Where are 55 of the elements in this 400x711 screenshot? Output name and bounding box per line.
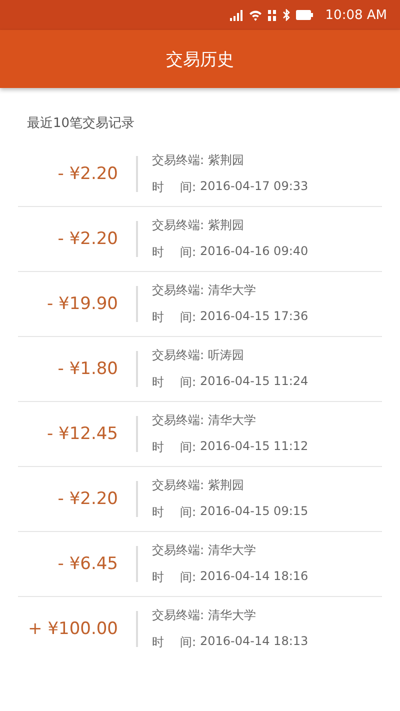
- time-label: 时: [152, 179, 164, 196]
- transaction-amount: - ¥2.20: [58, 489, 118, 509]
- transaction-row[interactable]: - ¥6.45 交易终端: 清华大学 时 间: 2016-04-14 18:16: [18, 532, 382, 597]
- time-label: 间:: [180, 244, 196, 261]
- time-text: 2016-04-16 09:40: [200, 244, 308, 260]
- transaction-row[interactable]: - ¥2.20 交易终端: 紫荆园 时 间: 2016-04-17 09:33: [18, 142, 382, 207]
- time-label: 间:: [180, 374, 196, 391]
- transaction-row[interactable]: - ¥19.90 交易终端: 清华大学 时 间: 2016-04-15 17:36: [18, 272, 382, 337]
- time-text: 2016-04-15 17:36: [200, 309, 308, 325]
- time-label: 间:: [180, 504, 196, 521]
- terminal-text: 交易终端: 清华大学: [152, 282, 257, 299]
- transaction-amount: + ¥100.00: [28, 619, 118, 639]
- transaction-row[interactable]: - ¥2.20 交易终端: 紫荆园 时 间: 2016-04-15 09:15: [18, 467, 382, 532]
- time-text: 2016-04-14 18:16: [200, 569, 308, 585]
- terminal-text: 交易终端: 紫荆园: [152, 217, 245, 234]
- terminal-text: 交易终端: 紫荆园: [152, 152, 245, 169]
- terminal-text: 交易终端: 清华大学: [152, 607, 257, 624]
- status-time: 10:08 AM: [325, 8, 387, 22]
- time-label: 时: [152, 374, 164, 391]
- transaction-row[interactable]: - ¥1.80 交易终端: 听涛园 时 间: 2016-04-15 11:24: [18, 337, 382, 402]
- signal-icon: [230, 10, 244, 20]
- transaction-amount: - ¥1.80: [58, 359, 118, 379]
- terminal-text: 交易终端: 清华大学: [152, 412, 257, 429]
- terminal-text: 交易终端: 紫荆园: [152, 477, 245, 494]
- transaction-row[interactable]: + ¥100.00 交易终端: 清华大学 时 间: 2016-04-14 18:13: [18, 597, 382, 661]
- time-label: 间:: [180, 439, 196, 456]
- transaction-amount: - ¥12.45: [46, 424, 118, 444]
- transaction-amount: - ¥2.20: [58, 164, 118, 184]
- time-label: 间:: [180, 569, 196, 586]
- transaction-row[interactable]: - ¥2.20 交易终端: 紫荆园 时 间: 2016-04-16 09:40: [18, 207, 382, 272]
- time-text: 2016-04-15 11:24: [200, 374, 308, 390]
- time-text: 2016-04-15 09:15: [200, 504, 308, 520]
- transaction-amount: - ¥6.45: [58, 554, 118, 574]
- bluetooth-icon: [283, 9, 290, 21]
- terminal-text: 交易终端: 听涛园: [152, 347, 245, 364]
- time-label: 时: [152, 244, 164, 261]
- time-text: 2016-04-14 18:13: [200, 634, 308, 650]
- wifi-icon: [249, 10, 262, 20]
- transaction-row[interactable]: - ¥12.45 交易终端: 清华大学 时 间: 2016-04-15 11:12: [18, 402, 382, 467]
- time-label: 间:: [180, 309, 196, 326]
- time-label: 间:: [180, 634, 196, 651]
- time-label: 时: [152, 569, 164, 586]
- transaction-amount: - ¥2.20: [58, 229, 118, 249]
- time-text: 2016-04-15 11:12: [200, 439, 308, 455]
- time-label: 间:: [180, 179, 196, 196]
- battery-icon: [296, 10, 314, 20]
- time-label: 时: [152, 439, 164, 456]
- time-label: 时: [152, 309, 164, 326]
- terminal-text: 交易终端: 清华大学: [152, 542, 257, 559]
- transaction-amount: - ¥19.90: [46, 294, 118, 314]
- time-label: 时: [152, 504, 164, 521]
- page-title: 交易历史: [166, 48, 234, 70]
- time-text: 2016-04-17 09:33: [200, 179, 308, 195]
- time-label: 时: [152, 634, 164, 651]
- section-title: 最近10笔交易记录: [26, 115, 136, 132]
